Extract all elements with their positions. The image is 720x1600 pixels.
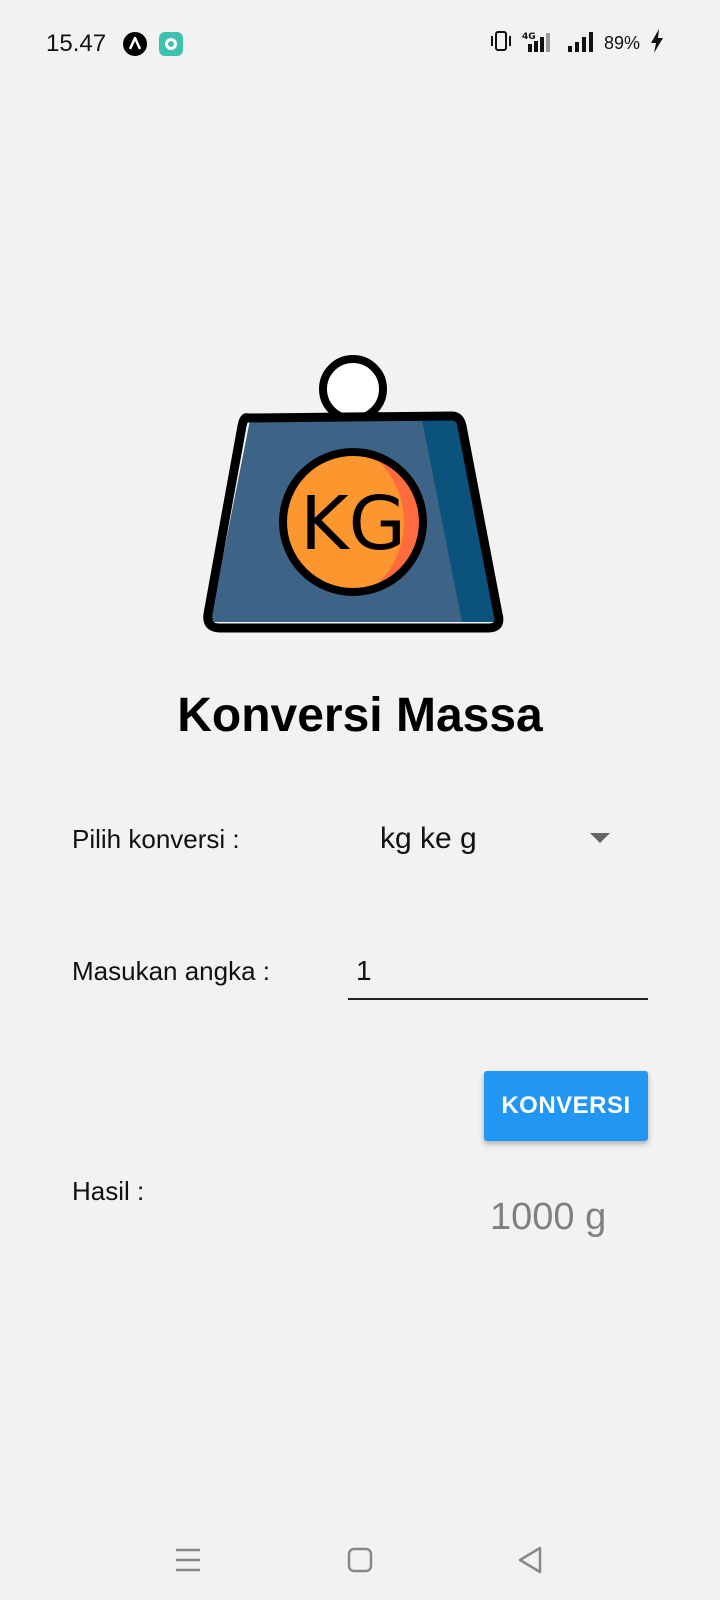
battery-percentage: 89% xyxy=(603,32,640,53)
svg-text:4G: 4G xyxy=(522,32,536,42)
notification-app-icon xyxy=(122,31,148,62)
convert-label: Pilih konversi : xyxy=(72,824,240,854)
conversion-dropdown[interactable]: kg ke g xyxy=(360,812,620,868)
status-notification-icons xyxy=(122,31,184,62)
dropdown-caret-icon xyxy=(590,833,610,843)
notification-chat-icon xyxy=(158,31,184,62)
page-title: Konversi Massa xyxy=(177,689,543,742)
conversion-selected-value: kg ke g xyxy=(380,822,477,855)
home-square-icon xyxy=(347,1547,373,1573)
vibrate-icon xyxy=(490,30,512,57)
result-value: 1000 g xyxy=(490,1196,607,1238)
back-triangle-icon xyxy=(518,1546,542,1574)
status-bar: 15.47 4G 89% xyxy=(0,0,720,88)
logo-kg-text: KG xyxy=(300,481,406,567)
result-label: Hasil : xyxy=(72,1176,145,1206)
back-button[interactable] xyxy=(500,1530,560,1590)
status-system-icons: 4G 89% xyxy=(490,28,664,58)
home-button[interactable] xyxy=(330,1530,390,1590)
menu-icon xyxy=(176,1548,200,1572)
recent-apps-button[interactable] xyxy=(158,1530,218,1590)
signal-strength-icon xyxy=(566,30,594,57)
input-label: Masukan angka : xyxy=(72,956,271,986)
convert-button[interactable]: KONVERSI xyxy=(484,1071,648,1141)
number-input[interactable] xyxy=(348,944,648,1000)
status-time: 15.47 xyxy=(46,30,107,57)
kg-weight-logo: KG xyxy=(203,355,504,633)
navigation-bar xyxy=(0,1516,720,1600)
charging-icon xyxy=(650,28,664,58)
mobile-data-4g-icon: 4G xyxy=(522,30,556,57)
